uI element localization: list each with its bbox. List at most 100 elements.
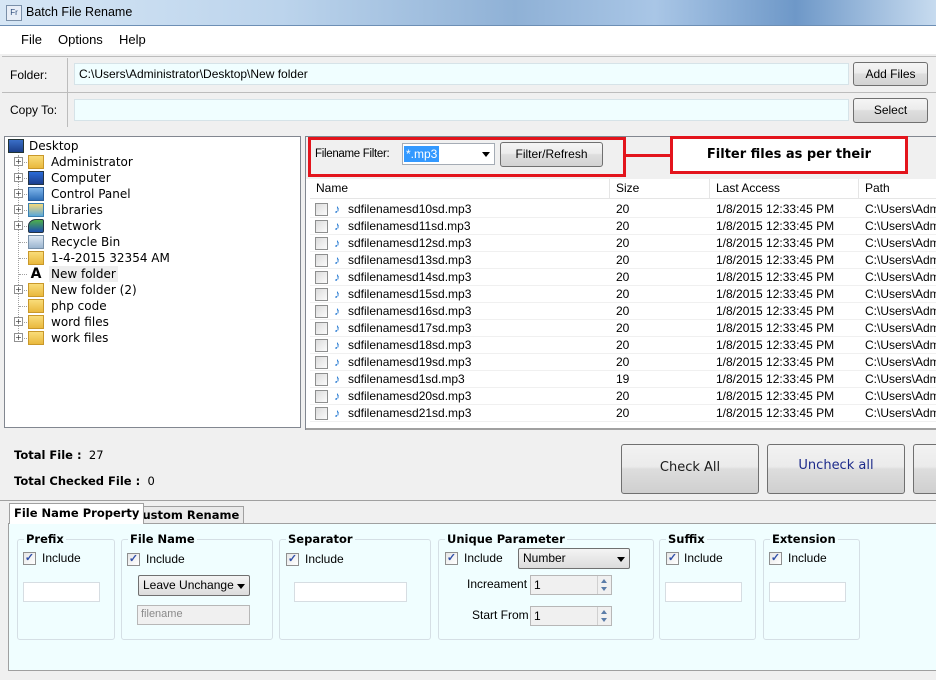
unique-parameter-title: Unique Parameter bbox=[445, 532, 567, 546]
menu-file[interactable]: File bbox=[21, 32, 42, 47]
prefix-include-checkbox[interactable]: ✓ bbox=[23, 552, 36, 565]
file-row-checkbox[interactable] bbox=[315, 322, 328, 335]
tree-item[interactable]: + New folder (2) bbox=[8, 282, 288, 298]
file-row-checkbox[interactable] bbox=[315, 373, 328, 386]
tab-file-name-property[interactable]: File Name Property bbox=[9, 503, 145, 524]
file-row[interactable]: ♪ sdfilenamesd19sd.mp3 20 1/8/2015 12:33:45… bbox=[310, 354, 936, 371]
audio-file-icon: ♪ bbox=[334, 219, 340, 233]
column-header-name[interactable]: Name bbox=[310, 179, 610, 199]
tree-connector bbox=[19, 274, 27, 275]
tree-item[interactable]: 1-4-2015 32354 AM bbox=[8, 250, 288, 266]
select-button[interactable]: Select bbox=[853, 98, 928, 123]
spin-up-icon[interactable] bbox=[601, 579, 607, 583]
file-row-checkbox[interactable] bbox=[315, 288, 328, 301]
unique-type-dropdown[interactable]: Number bbox=[518, 548, 630, 569]
spin-up-icon[interactable] bbox=[601, 610, 607, 614]
expand-icon[interactable]: + bbox=[14, 205, 23, 214]
expand-icon[interactable]: + bbox=[14, 317, 23, 326]
check-all-button[interactable]: Check All bbox=[621, 444, 759, 494]
tree-item[interactable]: php code bbox=[8, 298, 288, 314]
extension-input[interactable] bbox=[769, 582, 846, 602]
increment-spinner[interactable]: 1 bbox=[530, 575, 612, 595]
total-checked: Total Checked File : 0 bbox=[14, 474, 155, 488]
file-row[interactable]: ♪ sdfilenamesd21sd.mp3 20 1/8/2015 12:33:45… bbox=[310, 405, 936, 422]
file-row-checkbox[interactable] bbox=[315, 305, 328, 318]
audio-file-icon: ♪ bbox=[334, 406, 340, 420]
file-row-checkbox[interactable] bbox=[315, 220, 328, 233]
separator-include-label: Include bbox=[305, 552, 344, 566]
file-size: 20 bbox=[616, 406, 630, 420]
file-row-checkbox[interactable] bbox=[315, 390, 328, 403]
tree-item[interactable]: + Libraries bbox=[8, 202, 288, 218]
expand-icon[interactable]: + bbox=[14, 157, 23, 166]
file-row-checkbox[interactable] bbox=[315, 271, 328, 284]
tree-item[interactable]: + Computer bbox=[8, 170, 288, 186]
spinner-buttons[interactable] bbox=[597, 607, 611, 625]
file-row-checkbox[interactable] bbox=[315, 237, 328, 250]
tab-custom-rename[interactable]: Custom Rename bbox=[129, 506, 245, 524]
tree-item[interactable]: + word files bbox=[8, 314, 288, 330]
file-row-checkbox[interactable] bbox=[315, 203, 328, 216]
file-size: 20 bbox=[616, 202, 630, 216]
copy-to-input[interactable] bbox=[74, 99, 849, 121]
audio-file-icon: ♪ bbox=[334, 321, 340, 335]
file-row-checkbox[interactable] bbox=[315, 254, 328, 267]
file-row[interactable]: ♪ sdfilenamesd17sd.mp3 20 1/8/2015 12:33:45… bbox=[310, 320, 936, 337]
file-name-mode-dropdown[interactable]: Leave Unchange bbox=[138, 575, 250, 596]
expand-icon[interactable]: + bbox=[14, 221, 23, 230]
file-name-input[interactable]: filename bbox=[137, 605, 250, 625]
folder-input[interactable]: C:\Users\Administrator\Desktop\New folde… bbox=[74, 63, 849, 85]
file-row[interactable]: ♪ sdfilenamesd20sd.mp3 20 1/8/2015 12:33:45… bbox=[310, 388, 936, 405]
column-header-size[interactable]: Size bbox=[610, 179, 710, 199]
tree-item[interactable]: + Control Panel bbox=[8, 186, 288, 202]
chevron-down-icon bbox=[617, 557, 625, 562]
prefix-input[interactable] bbox=[23, 582, 100, 602]
spin-down-icon[interactable] bbox=[601, 618, 607, 622]
separator-input[interactable] bbox=[294, 582, 407, 602]
tree-item[interactable]: + work files bbox=[8, 330, 288, 346]
annotation-callout: Filter files as per their extension bbox=[670, 136, 908, 194]
file-last-access: 1/8/2015 12:33:45 PM bbox=[716, 355, 835, 369]
expand-icon[interactable]: + bbox=[14, 189, 23, 198]
file-name-include-checkbox[interactable]: ✓ bbox=[127, 553, 140, 566]
tree-item-label: Network bbox=[51, 219, 102, 233]
tree-item[interactable]: A New folder bbox=[8, 266, 288, 282]
file-row[interactable]: ♪ sdfilenamesd1sd.mp3 19 1/8/2015 12:33:45 … bbox=[310, 371, 936, 388]
expand-icon[interactable]: + bbox=[14, 333, 23, 342]
extension-include-checkbox[interactable]: ✓ bbox=[769, 552, 782, 565]
folder-tree[interactable]: Desktop + Administrator + Computer + Control P… bbox=[4, 136, 301, 428]
file-name: sdfilenamesd1sd.mp3 bbox=[348, 372, 465, 386]
suffix-input[interactable] bbox=[665, 582, 742, 602]
tree-item[interactable]: Recycle Bin bbox=[8, 234, 288, 250]
action-button-partial[interactable] bbox=[913, 444, 936, 494]
column-header-path[interactable]: Path bbox=[859, 179, 936, 199]
expand-icon[interactable]: + bbox=[14, 173, 23, 182]
file-row[interactable]: ♪ sdfilenamesd10sd.mp3 20 1/8/2015 12:33:45… bbox=[310, 201, 936, 218]
file-row[interactable]: ♪ sdfilenamesd16sd.mp3 20 1/8/2015 12:33:45… bbox=[310, 303, 936, 320]
separator-include-checkbox[interactable]: ✓ bbox=[286, 553, 299, 566]
spinner-buttons[interactable] bbox=[597, 576, 611, 594]
unique-include-checkbox[interactable]: ✓ bbox=[445, 552, 458, 565]
file-row-checkbox[interactable] bbox=[315, 356, 328, 369]
uncheck-all-button[interactable]: Uncheck all bbox=[767, 444, 905, 494]
spin-down-icon[interactable] bbox=[601, 587, 607, 591]
tree-item[interactable]: + Administrator bbox=[8, 154, 288, 170]
file-path: C:\Users\Admi bbox=[865, 236, 936, 250]
file-row[interactable]: ♪ sdfilenamesd13sd.mp3 20 1/8/2015 12:33:45… bbox=[310, 252, 936, 269]
start-from-spinner[interactable]: 1 bbox=[530, 606, 612, 626]
file-row[interactable]: ♪ sdfilenamesd12sd.mp3 20 1/8/2015 12:33:45… bbox=[310, 235, 936, 252]
file-row[interactable]: ♪ sdfilenamesd18sd.mp3 20 1/8/2015 12:33:45… bbox=[310, 337, 936, 354]
expand-icon[interactable]: + bbox=[14, 285, 23, 294]
column-header-last-access[interactable]: Last Access bbox=[710, 179, 859, 199]
tree-item[interactable]: + Network bbox=[8, 218, 288, 234]
menu-help[interactable]: Help bbox=[119, 32, 146, 47]
file-row-checkbox[interactable] bbox=[315, 339, 328, 352]
menu-options[interactable]: Options bbox=[58, 32, 103, 47]
file-row[interactable]: ♪ sdfilenamesd11sd.mp3 20 1/8/2015 12:33:45… bbox=[310, 218, 936, 235]
suffix-include-checkbox[interactable]: ✓ bbox=[666, 552, 679, 565]
file-row-checkbox[interactable] bbox=[315, 407, 328, 420]
file-row[interactable]: ♪ sdfilenamesd15sd.mp3 20 1/8/2015 12:33:45… bbox=[310, 286, 936, 303]
file-row[interactable]: ♪ sdfilenamesd14sd.mp3 20 1/8/2015 12:33:45… bbox=[310, 269, 936, 286]
add-files-button[interactable]: Add Files bbox=[853, 62, 928, 86]
unique-include-label: Include bbox=[464, 551, 503, 565]
